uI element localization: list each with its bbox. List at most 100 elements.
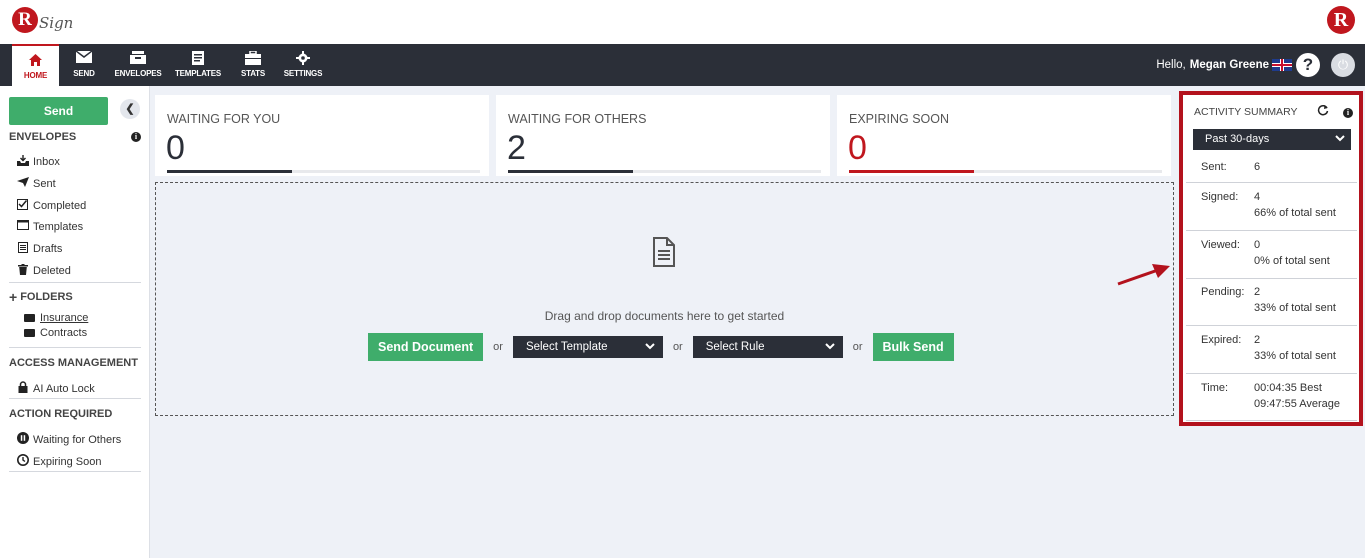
nav-stats[interactable]: STATS (234, 44, 272, 86)
envelopes-heading: ENVELOPES (9, 131, 77, 143)
chevron-left-icon: ❮ (125, 103, 135, 115)
card-label: EXPIRING SOON (849, 112, 950, 126)
lock-icon (16, 381, 29, 396)
divider (9, 347, 141, 348)
row-detail: 0% of total sent (1254, 255, 1330, 267)
send-actions: Send Document or Select Template or Sele… (368, 333, 954, 361)
date-range-value: Past 30-days (1205, 133, 1270, 145)
date-range-dropdown[interactable]: Past 30-days (1193, 129, 1351, 150)
activity-row-time: Time: 00:04:35 Best 09:47:55 Average (1186, 374, 1357, 421)
gear-icon (279, 44, 327, 66)
chevron-down-icon (1335, 129, 1345, 150)
divider (9, 398, 141, 399)
sidebar-item-label: Expiring Soon (33, 455, 102, 468)
row-label: Sent: (1201, 161, 1227, 173)
activity-row-signed: Signed: 4 66% of total sent (1186, 183, 1357, 231)
document-icon (171, 44, 225, 66)
power-button[interactable]: ⏻ (1331, 53, 1355, 77)
uk-flag-icon[interactable] (1272, 59, 1292, 71)
trash-icon (16, 264, 29, 278)
card-value: 0 (848, 129, 867, 167)
sidebar-item-waiting-for-others[interactable]: Waiting for Others (16, 432, 121, 447)
nav-templates[interactable]: TEMPLATES (171, 44, 225, 86)
row-value: 4 (1254, 191, 1261, 203)
pause-icon (16, 432, 29, 447)
brand-bar: R Sign R (0, 0, 1365, 44)
select-template-dropdown[interactable]: Select Template (512, 336, 663, 358)
document-drop-zone[interactable]: Drag and drop documents here to get star… (155, 182, 1174, 416)
sidebar-item-label: Inbox (33, 156, 60, 168)
logo-word: Sign (39, 14, 74, 32)
greeting-text: Hello, (1156, 59, 1186, 71)
sidebar-item-label: AI Auto Lock (33, 382, 95, 395)
corner-logo: R (1327, 6, 1355, 34)
info-icon[interactable]: i (131, 132, 141, 142)
briefcase-icon (234, 44, 272, 66)
card-progress (167, 170, 480, 173)
document-icon (652, 237, 676, 267)
card-waiting-for-others[interactable]: WAITING FOR OTHERS 2 (496, 95, 830, 176)
folder-insurance[interactable]: Insurance (24, 312, 88, 324)
action-required-heading: ACTION REQUIRED (9, 408, 113, 420)
card-progress (849, 170, 1162, 173)
card-label: WAITING FOR OTHERS (508, 112, 647, 126)
sidebar-item-label: Templates (33, 220, 84, 233)
sidebar-item-label: Drafts (33, 243, 63, 255)
sidebar: Send ❮ ENVELOPES i Inbox Sent Completed … (0, 86, 150, 558)
rsign-logo[interactable]: R Sign (12, 7, 73, 33)
inbox-icon (16, 155, 29, 169)
sidebar-item-templates[interactable]: Templates (16, 220, 83, 233)
folders-heading[interactable]: + FOLDERS (9, 290, 73, 304)
card-waiting-for-you[interactable]: WAITING FOR YOU 0 (155, 95, 489, 176)
nav-settings[interactable]: SETTINGS (279, 44, 327, 86)
folder-icon (24, 329, 35, 337)
sidebar-item-completed[interactable]: Completed (16, 199, 86, 213)
sidebar-item-expiring-soon[interactable]: Expiring Soon (16, 454, 102, 469)
or-separator: or (493, 341, 503, 353)
checkbox-icon (16, 199, 29, 213)
main-nav: HOME SEND ENVELOPES TEMPLATES STATS SETT… (0, 44, 1365, 86)
folder-contracts[interactable]: Contracts (24, 327, 87, 339)
home-icon (12, 46, 59, 68)
refresh-icon[interactable] (1317, 104, 1329, 119)
folders-heading-label: FOLDERS (20, 291, 73, 303)
row-value: 00:04:35 Best (1254, 382, 1322, 394)
folder-icon (24, 314, 35, 322)
row-label: Signed: (1201, 191, 1239, 203)
nav-send[interactable]: SEND (63, 44, 105, 86)
envelope-icon (63, 44, 105, 66)
activity-summary-title: ACTIVITY SUMMARY (1194, 106, 1298, 118)
logo-letter: R (12, 7, 38, 33)
card-value: 2 (507, 129, 526, 167)
nav-envelopes[interactable]: ENVELOPES (110, 44, 166, 86)
chevron-down-icon (645, 336, 655, 358)
user-area: Hello, Megan Greene ? ⏻ (1156, 53, 1355, 77)
select-rule-value: Select Rule (705, 341, 765, 353)
card-expiring-soon[interactable]: EXPIRING SOON 0 (837, 95, 1171, 176)
row-label: Pending: (1201, 286, 1245, 298)
info-icon[interactable]: i (1343, 108, 1353, 118)
paper-plane-icon (16, 177, 29, 190)
collapse-sidebar-button[interactable]: ❮ (120, 99, 140, 119)
activity-row-sent: Sent: 6 (1186, 153, 1357, 183)
send-document-button[interactable]: Send Document (368, 333, 484, 361)
card-label: WAITING FOR YOU (167, 112, 281, 126)
select-rule-dropdown[interactable]: Select Rule (692, 336, 843, 358)
sidebar-item-deleted[interactable]: Deleted (16, 264, 71, 278)
user-name[interactable]: Megan Greene (1190, 59, 1269, 71)
sidebar-item-inbox[interactable]: Inbox (16, 155, 60, 169)
plus-icon[interactable]: + (9, 290, 17, 304)
card-progress (508, 170, 821, 173)
sidebar-item-ai-auto-lock[interactable]: AI Auto Lock (16, 381, 95, 396)
bulk-send-button[interactable]: Bulk Send (872, 333, 954, 361)
row-detail: 33% of total sent (1254, 302, 1336, 314)
help-button[interactable]: ? (1296, 53, 1320, 77)
nav-home[interactable]: HOME (12, 44, 59, 86)
sidebar-send-button[interactable]: Send (9, 97, 108, 125)
row-label: Expired: (1201, 334, 1242, 346)
row-detail: 33% of total sent (1254, 350, 1336, 362)
sidebar-item-sent[interactable]: Sent (16, 177, 56, 190)
sidebar-item-drafts[interactable]: Drafts (16, 242, 62, 256)
row-label: Time: (1201, 382, 1229, 394)
nav-send-label: SEND (73, 69, 95, 78)
